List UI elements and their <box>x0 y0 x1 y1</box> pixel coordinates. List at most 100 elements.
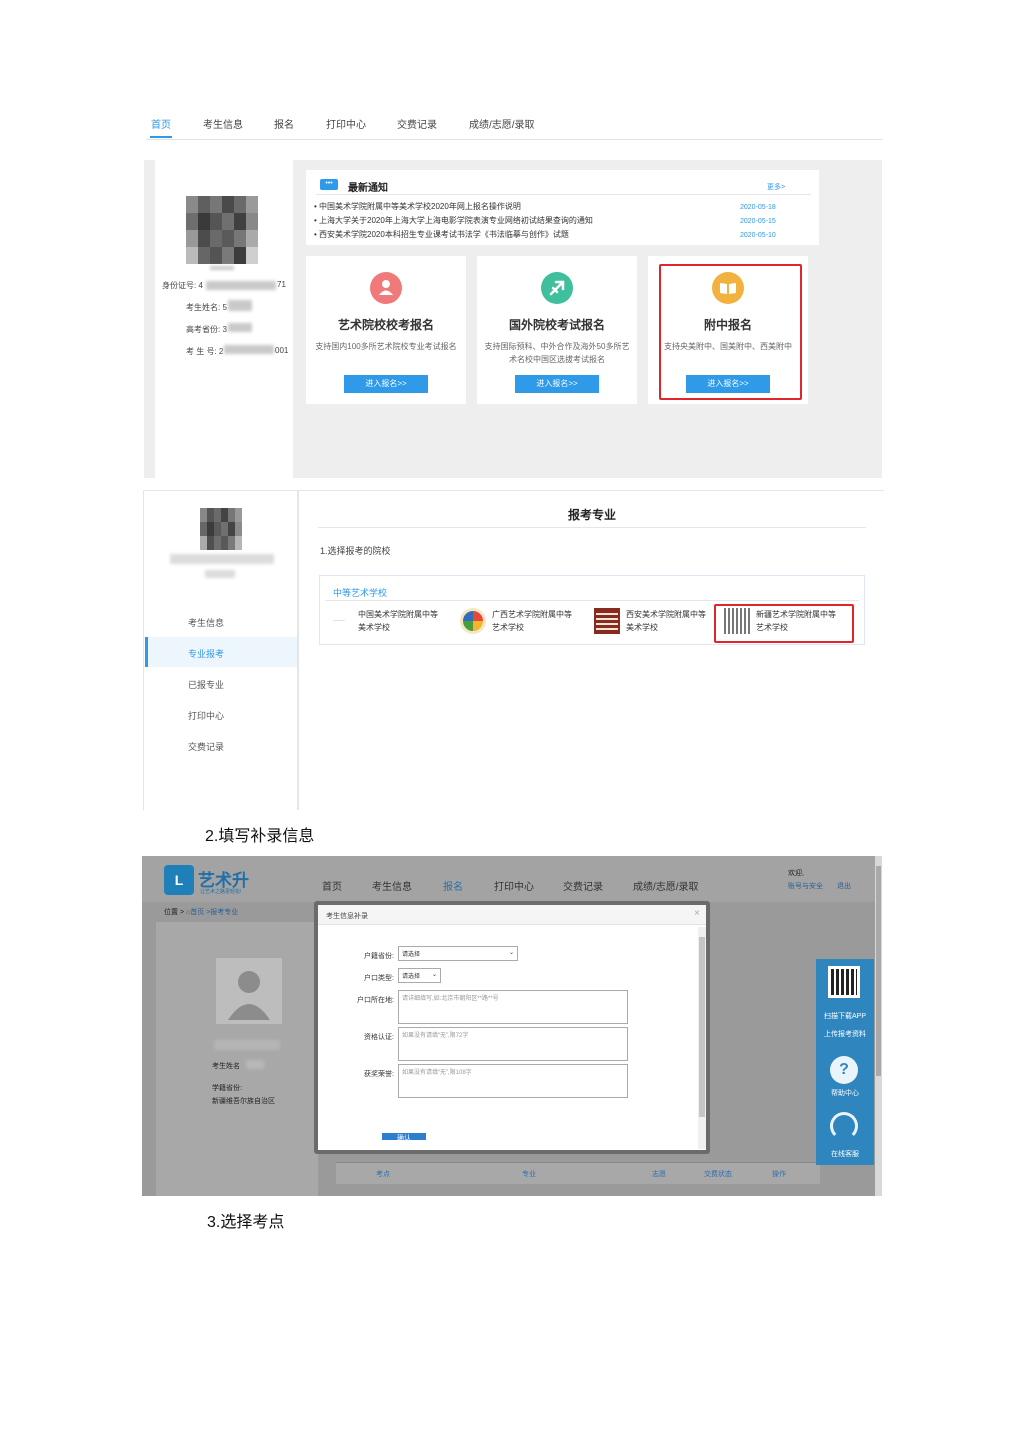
avatar <box>186 196 258 264</box>
card-title: 国外院校考试报名 <box>508 318 605 332</box>
household-address-textarea[interactable]: 请详细填写,如:北京市朝阳区**路**号 <box>398 990 628 1024</box>
qualification-textarea[interactable]: 如果没有请填“无”,限72字 <box>398 1027 628 1061</box>
breadcrumb: 位置 > ⌂首页 >报考专业 <box>164 907 238 917</box>
school-name: 西安美术学院附属中等 美术学校 <box>626 610 706 632</box>
name-blur <box>228 300 252 311</box>
news-more-link[interactable]: 更多> <box>767 182 785 192</box>
id-blur <box>206 281 276 290</box>
province-blur <box>205 570 235 578</box>
close-icon[interactable]: × <box>694 908 700 919</box>
breadcrumb-prefix: 位置 > <box>164 909 185 916</box>
sidebar-item-registered[interactable]: 已报专业 <box>188 678 224 691</box>
download-app-label[interactable]: 扫描下载APP <box>816 1011 874 1021</box>
tab-payment[interactable]: 交费记录 <box>397 116 437 131</box>
tab-print-center[interactable]: 打印中心 <box>326 116 366 131</box>
school-logo: ~~~~~ <box>333 618 345 623</box>
news-item-date: 2020-05-18 <box>740 204 776 211</box>
tab-scores[interactable]: 成绩/志愿/录取 <box>469 116 535 131</box>
card-art-school: 艺术院校校考报名 支持国内100多所艺术院校专业考试报名 进入报名>> <box>306 256 466 404</box>
tab-student-info[interactable]: 考生信息 <box>203 116 243 131</box>
brand-logo-icon: L <box>164 865 194 895</box>
dialog-header <box>318 905 706 925</box>
chat-icon: ••• <box>320 179 338 190</box>
student-name-label: 考生姓名 <box>212 1063 240 1070</box>
highlight-box <box>659 264 802 400</box>
chevron-down-icon: ⌄ <box>431 972 437 978</box>
help-icon[interactable]: ? <box>830 1056 858 1084</box>
school-logo <box>594 608 620 634</box>
plane-icon <box>541 272 573 304</box>
province-blur <box>228 323 252 332</box>
enter-signup-button[interactable]: 进入报名>> <box>344 375 428 393</box>
caption-step-2: 2.填写补录信息 <box>205 828 315 845</box>
nav-print[interactable]: 打印中心 <box>494 878 534 893</box>
household-province-label: 户籍省份: <box>364 953 394 960</box>
chevron-down-icon: ⌄ <box>508 950 514 956</box>
news-item-date: 2020-05-10 <box>740 232 776 239</box>
news-item[interactable]: • 中国美术学院附属中等美术学校2020年网上报名操作说明 <box>314 201 521 212</box>
nav-student-info[interactable]: 考生信息 <box>372 878 412 893</box>
awards-textarea[interactable]: 如果没有请填“无”,限108字 <box>398 1064 628 1098</box>
nav-home[interactable]: 首页 <box>322 878 342 893</box>
sidebar-item-student-info[interactable]: 考生信息 <box>188 616 224 629</box>
tab-home-underline <box>150 136 172 138</box>
household-type-select[interactable]: 请选择 ⌄ <box>398 968 441 983</box>
id-label: 身份证号: 4 <box>162 281 203 290</box>
card-foreign-school: 国外院校考试报名 支持国际预科、中外合作及海外50多所艺术名校中国区选拔考试报名… <box>477 256 637 404</box>
school-option[interactable]: ~~~~~ 中国美术学院附属中等 美术学校 <box>322 604 450 642</box>
household-address-label: 户口所在地: <box>357 997 394 1004</box>
household-type-label: 户口类型: <box>364 975 394 982</box>
table-header-payment-status: 交费状态 <box>704 1171 732 1178</box>
confirm-button[interactable]: 确认 <box>382 1133 426 1140</box>
exam-no-tail: 001 <box>275 346 289 355</box>
online-service-label[interactable]: 在线客服 <box>816 1149 874 1159</box>
scrollbar-thumb[interactable] <box>876 866 881 1076</box>
welcome-text: 欢迎, <box>788 870 804 877</box>
account-link[interactable]: 账号与安全 <box>788 881 823 891</box>
household-province-select[interactable]: 请选择 ⌄ <box>398 946 518 961</box>
breadcrumb-home[interactable]: 首页 <box>190 909 204 916</box>
tab-home[interactable]: 首页 <box>151 116 171 131</box>
card-desc: 支持国内100多所艺术院校专业考试报名 <box>315 342 457 351</box>
school-name: 中国美术学院附属中等 美术学校 <box>358 610 438 632</box>
sidebar-item-print[interactable]: 打印中心 <box>188 709 224 722</box>
logout-link[interactable]: 退出 <box>837 881 851 891</box>
dialog-title: 考生信息补录 <box>326 913 368 920</box>
enter-signup-button[interactable]: 进入报名>> <box>515 375 599 393</box>
province-value: 新疆维吾尔族自治区 <box>212 1098 275 1105</box>
card-title: 艺术院校校考报名 <box>337 318 434 332</box>
upload-materials-label[interactable]: 上传报考资料 <box>816 1029 874 1039</box>
awards-label: 获奖荣誉: <box>364 1071 394 1078</box>
breadcrumb-current: >报考专业 <box>206 909 239 916</box>
news-item-text: 中国美术学院附属中等美术学校2020年网上报名操作说明 <box>319 202 521 211</box>
person-icon <box>370 272 402 304</box>
dialog-scrollbar-thumb[interactable] <box>699 937 705 1117</box>
sidebar-item-major-signup[interactable]: 专业报考 <box>188 647 224 660</box>
nav-signup[interactable]: 报名 <box>443 878 463 893</box>
name-blur <box>170 554 274 564</box>
card-desc: 支持国际预科、中外合作及海外50多所艺术名校中国区选拔考试报名 <box>484 342 630 364</box>
help-center-label[interactable]: 帮助中心 <box>816 1088 874 1098</box>
name-label: 考生姓名: 5 <box>186 303 227 312</box>
nav-scores[interactable]: 成绩/志愿/录取 <box>633 878 699 893</box>
province-label: 学籍省份: <box>212 1085 242 1092</box>
news-item[interactable]: • 上海大学关于2020年上海大学上海电影学院表演专业网络初试结果查询的通知 <box>314 215 593 226</box>
school-group-divider <box>325 600 859 601</box>
nav-payment[interactable]: 交费记录 <box>563 878 603 893</box>
table-header-major: 专业 <box>522 1171 536 1178</box>
tab-signup[interactable]: 报名 <box>274 116 294 131</box>
qualification-label: 资格认证: <box>364 1034 394 1041</box>
headset-icon[interactable] <box>830 1112 858 1140</box>
news-item-date: 2020-05-15 <box>740 218 776 225</box>
avatar-name-blur <box>210 266 234 270</box>
news-item[interactable]: • 西安美术学院2020本科招生专业课考试书法学《书法临摹与创作》试题 <box>314 229 569 240</box>
school-option[interactable]: 广西艺术学院附属中等 艺术学校 <box>456 604 584 642</box>
news-title: 最新通知 <box>348 183 388 194</box>
avatar <box>200 508 242 550</box>
school-option[interactable]: 西安美术学院附属中等 美术学校 <box>590 604 718 642</box>
student-name-blur <box>246 1060 264 1069</box>
table-header <box>336 1162 820 1184</box>
exam-no-label: 考 生 号: 2 <box>186 347 224 356</box>
avatar-placeholder-icon <box>216 958 282 1024</box>
sidebar-item-payment[interactable]: 交费记录 <box>188 740 224 753</box>
